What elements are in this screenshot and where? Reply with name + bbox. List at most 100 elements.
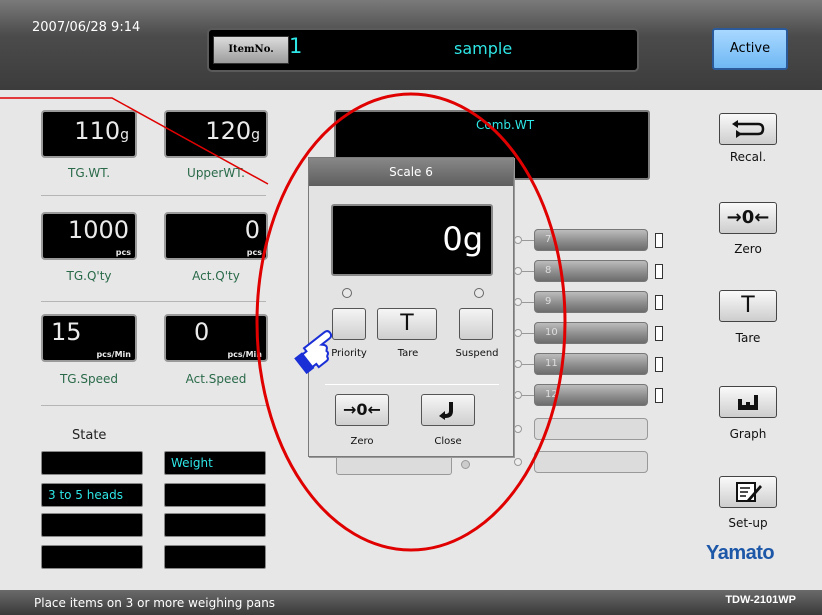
item-no-value: 1 [289,34,303,58]
priority-label: Priority [331,348,367,359]
pan-lamp [514,458,522,466]
pan-lamp [514,236,522,244]
setup-icon [736,482,762,502]
upper-wt-label: UpperWT. [187,166,245,180]
dialog-close-label: Close [434,436,462,447]
dialog-zero-button[interactable]: →0← [335,394,389,426]
recal-icon [732,120,765,138]
dialog-zero-label: Zero [350,436,374,447]
active-button[interactable]: Active [712,28,788,70]
act-qty-label: Act.Q'ty [192,269,240,283]
close-arrow-icon [439,402,453,420]
item-name: sample [454,39,513,58]
upper-wt-display: 120g [164,110,268,158]
tg-speed-label: TG.Speed [59,372,119,386]
tg-wt-value: 110 [74,117,121,145]
weigh-pan-8[interactable]: 8 [534,260,648,282]
act-speed-unit: pcs/Min [227,350,262,359]
pan-indicator [655,326,663,341]
tare-button-right[interactable]: T [719,290,777,322]
tg-speed-display: 15 pcs/Min [41,314,137,362]
divider [325,384,499,385]
pan-lamp [514,298,522,306]
weigh-pan-empty[interactable] [534,451,648,473]
item-no-label: ItemNo. [213,36,289,64]
priority-lamp [342,288,352,298]
state-box [164,545,266,569]
priority-button[interactable] [332,308,366,340]
act-speed-value: 0 [194,318,210,346]
pan-lamp [514,391,522,399]
zero-label: Zero [734,242,762,256]
tg-speed-unit: pcs/Min [96,350,131,359]
graph-button[interactable] [719,386,777,418]
act-qty-unit: pcs [246,248,262,257]
tare-button[interactable]: T [377,308,437,340]
weigh-pan-11[interactable]: 11 [534,353,648,375]
brand-logo: Yamato [706,542,775,564]
weigh-pan-12[interactable]: 12 [534,384,648,406]
pan-lamp [514,329,522,337]
tare-label-right: Tare [735,331,761,345]
status-message: Place items on 3 or more weighing pans [34,596,276,610]
tare-label: Tare [397,348,419,359]
pan-lamp [514,425,522,433]
scale-dialog: Scale 6 0g T Priority Tare Suspend →0← Z… [308,157,514,457]
act-speed-label: Act.Speed [185,372,247,386]
tg-wt-unit: g [120,127,129,143]
tg-wt-display: 110g [41,110,137,158]
model-name: TDW-2101WP [725,594,796,606]
divider [41,195,266,196]
header-bar: 2007/06/28 9:14 ItemNo. 1 sample Active [0,0,822,90]
graph-label: Graph [729,427,767,441]
tg-wt-label: TG.WT. [67,166,111,180]
act-qty-display: 0 pcs [164,212,268,260]
divider [41,301,266,302]
weigh-pan-empty[interactable] [534,418,648,440]
state-box [41,451,143,475]
zero-button[interactable]: →0← [719,202,777,234]
weigh-pan-7[interactable]: 7 [534,229,648,251]
state-box: 3 to 5 heads [41,483,143,507]
pan-indicator [655,233,663,248]
weigher-screen: 2007/06/28 9:14 ItemNo. 1 sample Active … [0,0,822,615]
pan-indicator [655,388,663,403]
weigh-pan-10[interactable]: 10 [534,322,648,344]
pan-lamp [514,267,522,275]
pan-indicator [655,357,663,372]
tg-speed-value: 15 [51,318,82,346]
state-box [41,545,143,569]
scale-weight-display: 0g [331,204,493,276]
suspend-lamp [474,288,484,298]
suspend-label: Suspend [455,348,499,359]
weigh-pan-9[interactable]: 9 [534,291,648,313]
setup-button[interactable] [719,476,777,508]
datetime: 2007/06/28 9:14 [32,20,141,35]
comb-wt-label: Comb.WT [476,118,535,132]
weigh-pan-empty[interactable] [336,455,452,475]
dialog-title: Scale 6 [309,158,513,186]
suspend-button[interactable] [459,308,493,340]
state-box [41,513,143,537]
tg-qty-unit: pcs [115,248,131,257]
upper-wt-value: 120 [205,117,252,145]
act-speed-display: 0 pcs/Min [164,314,268,362]
act-qty-value: 0 [244,216,260,244]
tg-qty-value: 1000 [67,216,129,244]
state-box: Weight [164,451,266,475]
setup-label: Set-up [728,516,768,530]
state-box [164,513,266,537]
pan-indicator [655,295,663,310]
divider [41,405,266,406]
tg-qty-label: TG.Q'ty [66,269,112,283]
graph-icon [738,395,758,410]
recal-button[interactable] [719,113,777,145]
tg-qty-display: 1000 pcs [41,212,137,260]
dialog-close-button[interactable] [421,394,475,426]
pan-lamp [461,460,470,469]
pan-indicator [655,264,663,279]
status-bar: Place items on 3 or more weighing pans T… [0,590,822,615]
recal-label: Recal. [729,150,767,164]
item-selector[interactable]: ItemNo. 1 sample [207,28,639,72]
upper-wt-unit: g [251,127,260,143]
